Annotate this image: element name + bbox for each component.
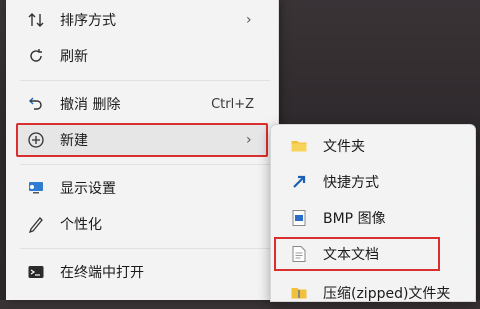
menu-item-label: 撤消 删除: [60, 97, 121, 113]
menu-item-sort-by[interactable]: 排序方式 ›: [16, 4, 268, 36]
refresh-icon: [26, 46, 46, 66]
menu-item-display-settings[interactable]: 显示设置: [16, 172, 268, 204]
submenu-item-zip-folder[interactable]: 压缩(zipped)文件夹: [275, 277, 471, 309]
submenu-item-bmp-image[interactable]: BMP 图像: [275, 202, 471, 234]
menu-item-label: 新建: [60, 133, 88, 149]
menu-item-label: 在终端中打开: [60, 265, 144, 281]
submenu-item-label: BMP 图像: [323, 211, 386, 227]
bmp-image-icon: [289, 208, 309, 228]
menu-item-undo-delete[interactable]: 撤消 删除 Ctrl+Z: [16, 88, 268, 120]
menu-item-refresh[interactable]: 刷新: [16, 40, 268, 72]
menu-separator: [20, 80, 270, 81]
personalize-pen-icon: [26, 214, 46, 234]
menu-item-label: 个性化: [60, 217, 102, 233]
menu-separator: [20, 164, 270, 165]
menu-item-label: 显示设置: [60, 181, 116, 197]
folder-icon: [289, 136, 309, 156]
menu-item-new[interactable]: 新建 ›: [16, 123, 268, 157]
zip-folder-icon: [289, 283, 309, 303]
undo-icon: [26, 94, 46, 114]
text-document-icon: [289, 244, 309, 264]
sort-icon: [26, 10, 46, 30]
menu-separator: [20, 248, 270, 249]
shortcut-text: Ctrl+Z: [211, 96, 254, 112]
menu-item-open-in-terminal[interactable]: 在终端中打开: [16, 256, 268, 288]
new-submenu: 文件夹 快捷方式 BMP 图像 文本文档 压缩(zipped)文件夹: [270, 124, 476, 302]
menu-item-personalize[interactable]: 个性化: [16, 208, 268, 240]
submenu-item-folder[interactable]: 文件夹: [275, 130, 471, 162]
desktop-context-menu: 排序方式 › 刷新 撤消 删除 Ctrl+Z 新建 › 显示设置 个性化 在终端…: [6, 0, 279, 300]
submenu-item-label: 快捷方式: [323, 175, 379, 191]
new-plus-icon: [26, 130, 46, 150]
submenu-item-text-document[interactable]: 文本文档: [274, 237, 440, 271]
chevron-right-icon: ›: [246, 12, 252, 28]
submenu-item-label: 压缩(zipped)文件夹: [323, 286, 451, 302]
submenu-item-label: 文件夹: [323, 139, 365, 155]
menu-item-label: 刷新: [60, 49, 88, 65]
shortcut-arrow-icon: [289, 172, 309, 192]
submenu-item-shortcut[interactable]: 快捷方式: [275, 166, 471, 198]
chevron-right-icon: ›: [246, 132, 252, 148]
display-settings-icon: [26, 178, 46, 198]
submenu-item-label: 文本文档: [323, 247, 379, 263]
menu-item-label: 排序方式: [60, 13, 116, 29]
terminal-icon: [26, 262, 46, 282]
